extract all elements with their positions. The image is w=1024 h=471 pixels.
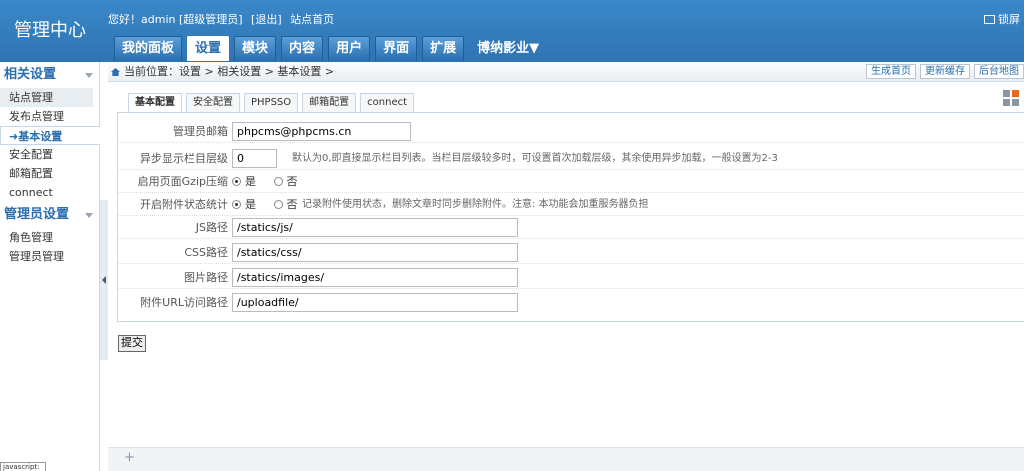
breadcrumb: 当前位置：设置 > 相关设置 > 基本设置 > xyxy=(111,62,334,82)
brand-title: 管理中心 xyxy=(14,20,86,41)
nav-tab-interface[interactable]: 界面 xyxy=(375,36,418,61)
form-row-image-path: 图片路径 xyxy=(118,266,1024,289)
nav-tab-settings[interactable]: 设置 xyxy=(187,36,230,61)
backend-map-button[interactable]: 后台地图 xyxy=(974,64,1024,79)
attachment-url-label: 附件URL访问路径 xyxy=(140,296,228,309)
top-header: 管理中心 您好！admin [超级管理员] [退出] 站点首页 锁屏 我的面板 … xyxy=(0,0,1024,62)
gzip-label: 启用页面Gzip压缩 xyxy=(137,175,228,188)
attachment-stats-hint: 记录附件使用状态，删除文章时同步删除附件。注意: 本功能会加重服务器负担 xyxy=(302,199,649,210)
css-path-input[interactable] xyxy=(232,243,518,262)
sidebar-group-admin-settings[interactable]: 管理员设置 xyxy=(0,202,99,228)
nav-tab-extend[interactable]: 扩展 xyxy=(422,36,465,61)
site-switch-dropdown[interactable]: 博纳影业▼ xyxy=(469,36,547,61)
update-cache-button[interactable]: 更新缓存 xyxy=(920,64,970,79)
layout-toggle-icon[interactable] xyxy=(1003,90,1021,108)
js-path-input[interactable] xyxy=(232,218,518,237)
generate-homepage-button[interactable]: 生成首页 xyxy=(866,64,916,79)
form-row-async-level: 异步显示栏目层级 默认为0,即直接显示栏目列表。当栏目层级较多时，可设置首次加载… xyxy=(118,147,1024,170)
collapse-triangle-icon xyxy=(85,73,93,78)
sidebar: 相关设置 站点管理 发布点管理 ➜基本设置 安全配置 邮箱配置 connect … xyxy=(0,62,100,471)
config-tabs: 基本配置 安全配置 PHPSSO 邮箱配置 connect xyxy=(128,93,418,113)
lock-screen-link[interactable]: 锁屏 xyxy=(984,11,1020,27)
js-path-label: JS路径 xyxy=(195,221,228,234)
nav-tab-modules[interactable]: 模块 xyxy=(234,36,277,61)
arrow-left-icon xyxy=(102,276,106,284)
form-row-attachment-url: 附件URL访问路径 xyxy=(118,291,1024,314)
gzip-no-radio[interactable]: 否 xyxy=(273,175,298,188)
form-row-attachment-stats: 开启附件状态统计 是 否 记录附件使用状态，删除文章时同步删除附件。注意: 本功… xyxy=(118,193,1024,216)
status-js-label: javascript: xyxy=(0,462,46,471)
async-level-hint: 默认为0,即直接显示栏目列表。当栏目层级较多时，可设置首次加载层级，其余使用异步… xyxy=(292,153,778,164)
greeting-text: 您好！admin [超级管理员] xyxy=(108,13,243,26)
sidebar-item-release-point[interactable]: 发布点管理 xyxy=(0,107,99,126)
nav-tab-content[interactable]: 内容 xyxy=(281,36,324,61)
attachment-stats-label: 开启附件状态统计 xyxy=(140,198,228,211)
tab-connect[interactable]: connect xyxy=(360,93,415,112)
sidebar-item-site-manage[interactable]: 站点管理 xyxy=(0,88,93,107)
monitor-icon xyxy=(984,15,995,24)
nav-tab-users[interactable]: 用户 xyxy=(328,36,371,61)
sidebar-item-role-manage[interactable]: 角色管理 xyxy=(0,228,99,247)
breadcrumb-bar: 当前位置：设置 > 相关设置 > 基本设置 > 生成首页 更新缓存 后台地图 xyxy=(108,62,1024,82)
sidebar-item-admin-manage[interactable]: 管理员管理 xyxy=(0,247,99,266)
home-icon xyxy=(111,68,120,76)
breadcrumb-actions: 生成首页 更新缓存 后台地图 xyxy=(862,64,1024,79)
sidebar-item-email-config[interactable]: 邮箱配置 xyxy=(0,164,99,183)
sidebar-group-related-settings[interactable]: 相关设置 xyxy=(0,62,99,88)
css-path-label: CSS路径 xyxy=(184,246,228,259)
form-row-admin-email: 管理员邮箱 xyxy=(118,120,1024,143)
main-content: 基本配置 安全配置 PHPSSO 邮箱配置 connect 管理员邮箱 异步显示… xyxy=(108,83,1024,471)
tab-basic-config[interactable]: 基本配置 xyxy=(128,93,182,113)
sidebar-item-security-config[interactable]: 安全配置 xyxy=(0,145,99,164)
collapse-triangle-icon xyxy=(85,213,93,218)
submit-button[interactable]: 提交 xyxy=(118,335,146,352)
sidebar-collapse-handle[interactable] xyxy=(100,200,108,360)
async-level-label: 异步显示栏目层级 xyxy=(140,152,228,165)
image-path-input[interactable] xyxy=(232,268,518,287)
logout-link[interactable]: [退出] xyxy=(251,13,282,26)
gzip-yes-radio[interactable]: 是 xyxy=(232,175,256,188)
plus-icon[interactable]: + xyxy=(124,450,135,465)
tab-security-config[interactable]: 安全配置 xyxy=(186,93,240,112)
tab-email-config[interactable]: 邮箱配置 xyxy=(302,93,357,112)
admin-email-input[interactable] xyxy=(232,122,411,141)
attachment-url-input[interactable] xyxy=(232,293,518,312)
form-row-js-path: JS路径 xyxy=(118,216,1024,239)
admin-email-label: 管理员邮箱 xyxy=(173,125,228,138)
form-row-gzip: 启用页面Gzip压缩 是 否 xyxy=(118,170,1024,193)
site-home-link[interactable]: 站点首页 xyxy=(290,13,334,26)
nav-tab-my-panel[interactable]: 我的面板 xyxy=(114,36,183,61)
attachment-yes-radio[interactable]: 是 xyxy=(232,198,256,211)
sidebar-item-connect[interactable]: connect xyxy=(0,183,99,202)
main-nav: 我的面板 设置 模块 内容 用户 界面 扩展 博纳影业▼ xyxy=(114,36,552,62)
async-level-input[interactable] xyxy=(232,149,277,168)
settings-form: 管理员邮箱 异步显示栏目层级 默认为0,即直接显示栏目列表。当栏目层级较多时，可… xyxy=(117,112,1024,322)
tab-phpsso[interactable]: PHPSSO xyxy=(244,93,299,112)
lock-label: 锁屏 xyxy=(998,13,1020,26)
attachment-no-radio[interactable]: 否 xyxy=(273,198,298,211)
image-path-label: 图片路径 xyxy=(184,271,228,284)
bottom-bar: + xyxy=(108,447,1024,471)
top-links: 您好！admin [超级管理员] [退出] 站点首页 xyxy=(108,11,339,27)
form-row-css-path: CSS路径 xyxy=(118,241,1024,264)
sidebar-item-basic-settings[interactable]: ➜基本设置 xyxy=(0,126,100,145)
